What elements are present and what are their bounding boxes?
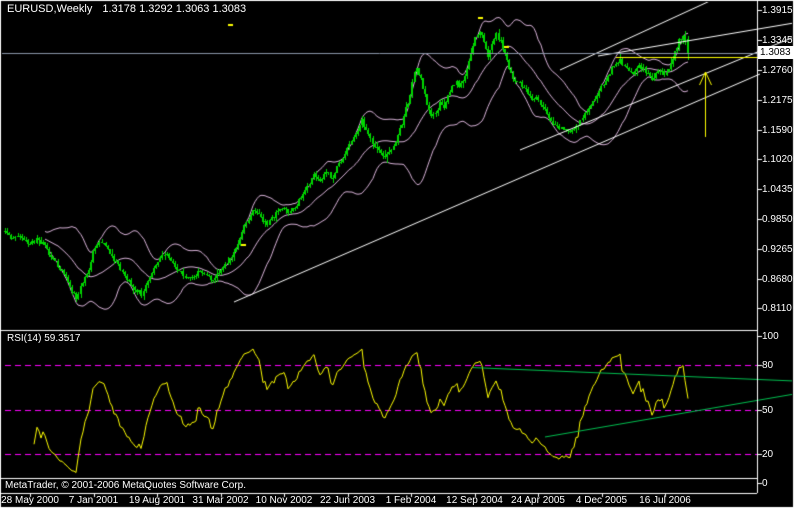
rsi-indicator-label: RSI(14) 59.3517	[7, 333, 81, 344]
price-axis-label: 1.1020	[762, 154, 793, 165]
date-label: 10 Nov 2002	[255, 495, 313, 506]
price-axis-label: 1.0435	[762, 184, 793, 195]
rsi-axis-label: 100	[762, 331, 779, 342]
chart-header: EURUSD,Weekly 1.3178 1.3292 1.3063 1.3083	[7, 3, 246, 15]
date-label: 31 Mar 2002	[192, 495, 249, 506]
price-axis-label: 1.3345	[762, 35, 793, 46]
date-label: 1 Feb 2004	[385, 495, 437, 506]
rsi-axis-label: 80	[762, 360, 774, 371]
rsi-axis-label: 20	[762, 449, 774, 460]
price-axis-label: 0.9850	[762, 214, 793, 225]
copyright-label: MetaTrader, © 2001-2006 MetaQuotes Softw…	[5, 480, 247, 491]
date-label: 22 Jun 2003	[319, 495, 376, 506]
price-axis-label: 1.3915	[762, 5, 793, 16]
current-price-tag: 1.3083	[758, 46, 794, 59]
date-label: 12 Sep 2004	[446, 495, 503, 506]
price-axis-label: 0.8680	[762, 274, 793, 285]
date-label: 19 Aug 2001	[128, 495, 186, 506]
chart-window: EURUSD,Weekly 1.3178 1.3292 1.3063 1.3083…	[0, 0, 794, 508]
date-label: 4 Dec 2005	[575, 495, 628, 506]
chart-canvas[interactable]	[0, 0, 794, 508]
price-axis-label: 1.2175	[762, 95, 793, 106]
ohlc-quote: 1.3178 1.3292 1.3063 1.3083	[102, 3, 247, 15]
rsi-axis-label: 50	[762, 405, 774, 416]
date-label: 28 May 2000	[1, 495, 59, 506]
date-label: 16 Jul 2006	[639, 495, 691, 506]
rsi-axis-label: 0	[762, 478, 768, 489]
price-axis-label: 1.1590	[762, 125, 793, 136]
date-label: 7 Jan 2001	[68, 495, 119, 506]
price-axis-label: 0.8110	[762, 303, 792, 314]
price-axis-label: 1.2760	[762, 65, 793, 76]
price-axis-label: 0.9265	[762, 244, 793, 255]
date-label: 24 Apr 2005	[511, 495, 565, 506]
symbol-timeframe-label: EURUSD,Weekly	[7, 3, 93, 15]
